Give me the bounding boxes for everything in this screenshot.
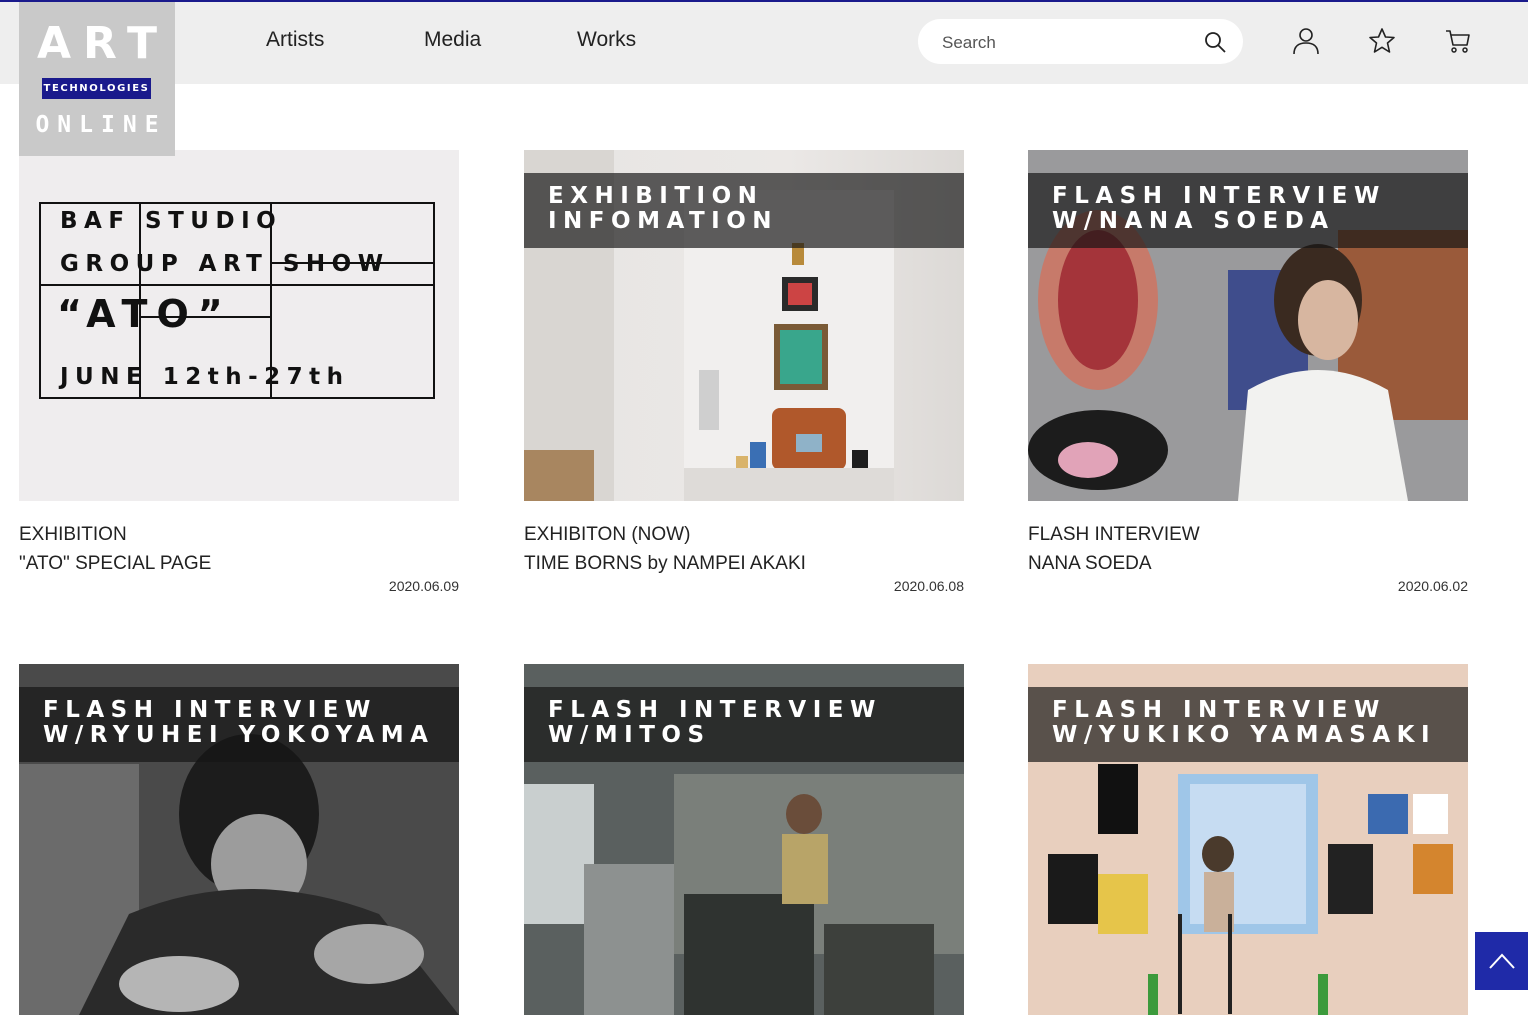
poster-line-3: “ATO” — [57, 292, 232, 336]
overlay-line-1: EXHIBITION — [548, 183, 764, 209]
search-input[interactable] — [940, 19, 1194, 66]
card-category: EXHIBITION — [19, 524, 127, 545]
logo-technologies: TECHNOLOGIES — [42, 78, 151, 99]
card-thumbnail[interactable]: FLASH INTERVIEW W/MITOS — [524, 664, 964, 1015]
site-logo[interactable]: ART TECHNOLOGIES ONLINE — [19, 2, 175, 156]
card-thumbnail[interactable]: EXHIBITION INFOMATION — [524, 150, 964, 501]
overlay-line-1: FLASH INTERVIEW — [548, 697, 882, 723]
nav-artists[interactable]: Artists — [266, 28, 324, 52]
overlay-line-1: FLASH INTERVIEW — [43, 697, 377, 723]
card-category: FLASH INTERVIEW — [1028, 524, 1200, 545]
overlay-line-2: INFOMATION — [548, 208, 779, 234]
nav-works[interactable]: Works — [577, 28, 636, 52]
overlay-title: EXHIBITION INFOMATION — [524, 173, 964, 248]
card-thumbnail[interactable]: FLASH INTERVIEW W/YUKIKO YAMASAKI — [1028, 664, 1468, 1015]
overlay-title: FLASH INTERVIEW W/YUKIKO YAMASAKI — [1028, 687, 1468, 762]
overlay-line-2: W/MITOS — [548, 722, 711, 748]
card-caption[interactable]: FLASH INTERVIEW NANA SOEDA — [1028, 520, 1200, 578]
user-icon[interactable] — [1291, 26, 1321, 56]
logo-art: ART — [37, 18, 169, 69]
cart-icon[interactable] — [1443, 26, 1473, 56]
site-header: Artists Media Works — [0, 2, 1528, 84]
overlay-line-1: FLASH INTERVIEW — [1052, 183, 1386, 209]
card-title: TIME BORNS by NAMPEI AKAKI — [524, 553, 806, 574]
card-title: "ATO" SPECIAL PAGE — [19, 553, 212, 574]
overlay-line-2: W/RYUHEI YOKOYAMA — [43, 722, 435, 748]
back-to-top-button[interactable] — [1475, 932, 1528, 990]
nav-media[interactable]: Media — [424, 28, 481, 52]
overlay-title: FLASH INTERVIEW W/NANA SOEDA — [1028, 173, 1468, 248]
logo-online: ONLINE — [35, 112, 167, 138]
card-thumbnail[interactable]: BAF STUDIO GROUP ART SHOW “ATO” JUNE 12t… — [19, 150, 459, 501]
star-icon[interactable] — [1367, 26, 1397, 56]
overlay-title: FLASH INTERVIEW W/RYUHEI YOKOYAMA — [19, 687, 459, 762]
card-title: NANA SOEDA — [1028, 553, 1152, 574]
overlay-line-2: W/YUKIKO YAMASAKI — [1052, 722, 1437, 748]
card-date: 2020.06.09 — [388, 578, 459, 594]
card-caption[interactable]: EXHIBITON (NOW) TIME BORNS by NAMPEI AKA… — [524, 520, 806, 578]
poster-line-1: BAF STUDIO — [60, 208, 283, 234]
search-icon[interactable] — [1203, 30, 1227, 54]
chevron-up-icon — [1489, 953, 1515, 969]
poster-line-2: GROUP ART SHOW — [60, 251, 390, 277]
card-category: EXHIBITON (NOW) — [524, 524, 691, 545]
overlay-line-2: W/NANA SOEDA — [1052, 208, 1335, 234]
overlay-title: FLASH INTERVIEW W/MITOS — [524, 687, 964, 762]
card-thumbnail[interactable]: FLASH INTERVIEW W/RYUHEI YOKOYAMA — [19, 664, 459, 1015]
card-date: 2020.06.08 — [893, 578, 964, 594]
poster-line-4: JUNE 12th-27th — [60, 364, 350, 390]
card-caption[interactable]: EXHIBITION "ATO" SPECIAL PAGE — [19, 520, 211, 578]
card-thumbnail[interactable]: FLASH INTERVIEW W/NANA SOEDA — [1028, 150, 1468, 501]
card-date: 2020.06.02 — [1397, 578, 1468, 594]
overlay-line-1: FLASH INTERVIEW — [1052, 697, 1386, 723]
search-box — [918, 19, 1243, 66]
